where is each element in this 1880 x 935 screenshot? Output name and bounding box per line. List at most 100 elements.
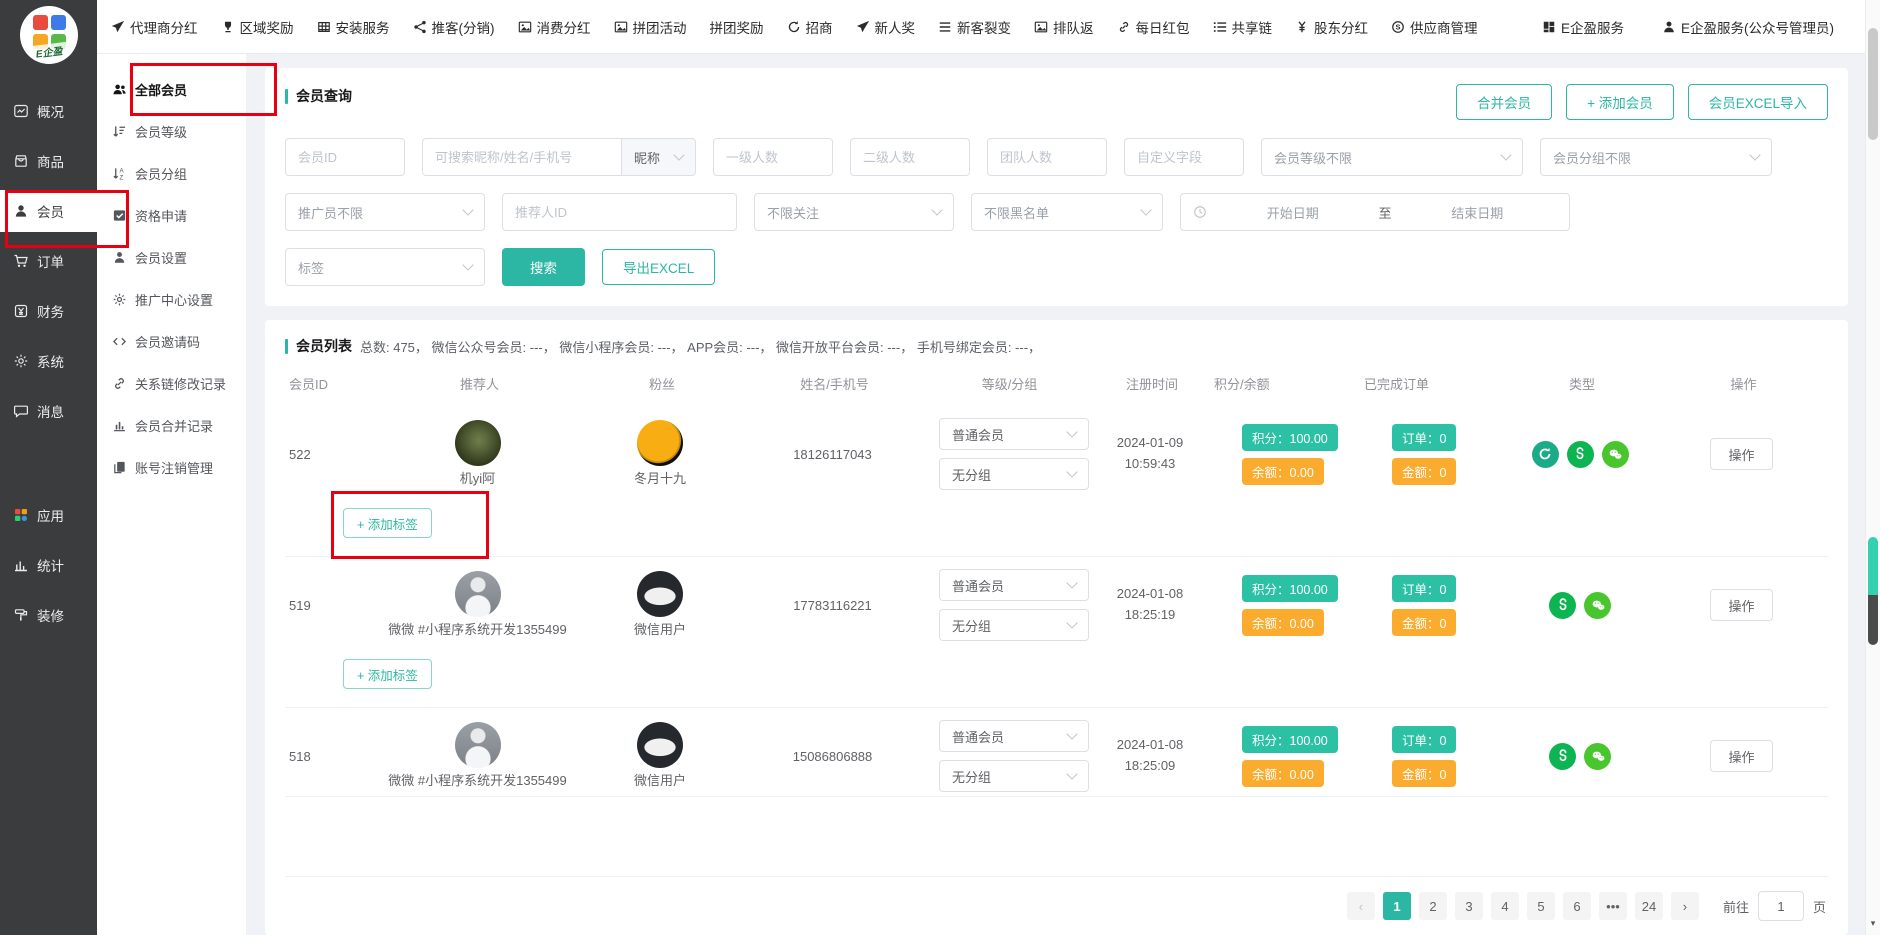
row-group-select[interactable]: 无分组 xyxy=(939,760,1089,792)
scroll-down-arrow-icon[interactable]: ▾ xyxy=(1866,918,1880,929)
referrer-avatar[interactable] xyxy=(455,571,501,617)
topnav-item-newcomer-award[interactable]: 新人奖 xyxy=(856,17,916,37)
merge-members-button[interactable]: 合并会员 xyxy=(1456,84,1552,120)
page-button-4[interactable]: 4 xyxy=(1491,892,1519,920)
scrollbar-marker-teal[interactable] xyxy=(1868,537,1878,595)
topnav-item-consume-dividend[interactable]: 消费分红 xyxy=(518,17,591,37)
row-group-select[interactable]: 无分组 xyxy=(939,609,1089,641)
topnav-item-group-activity[interactable]: 拼团活动 xyxy=(614,17,687,37)
custom-field-input[interactable] xyxy=(1124,138,1244,176)
level2-count-input[interactable] xyxy=(850,138,970,176)
member-phone: 18126117043 xyxy=(740,447,925,462)
topnav-item-distribution[interactable]: 推客(分销) xyxy=(413,17,495,37)
page-button-3[interactable]: 3 xyxy=(1455,892,1483,920)
app-logo[interactable]: E企盈 xyxy=(20,6,78,64)
submenu-item-merge-log[interactable]: 会员合并记录 xyxy=(97,404,246,446)
topnav-item-group-reward[interactable]: 拼团奖励 xyxy=(710,17,764,37)
page-button-1[interactable]: 1 xyxy=(1383,892,1411,920)
page-button-24[interactable]: 24 xyxy=(1635,892,1663,920)
row-level-select[interactable]: 普通会员 xyxy=(939,569,1089,601)
col-register-time: 注册时间 xyxy=(1090,374,1210,393)
goto-page-input[interactable] xyxy=(1758,891,1804,921)
topnav-item-share-chain[interactable]: 共享链 xyxy=(1213,17,1273,37)
search-input[interactable] xyxy=(422,138,622,176)
topnav-item-install-service[interactable]: 安装服务 xyxy=(317,17,390,37)
referrer-id-input[interactable] xyxy=(502,193,737,231)
row-action-button[interactable]: 操作 xyxy=(1710,589,1772,621)
submenu-item-member-levels[interactable]: 会员等级 xyxy=(97,110,246,152)
topnav-item-supplier-management[interactable]: S 供应商管理 xyxy=(1391,17,1478,37)
sidebar-item-orders[interactable]: 订单 xyxy=(0,240,97,282)
topnav-item-region-reward[interactable]: 区域奖励 xyxy=(221,17,294,37)
blacklist-select[interactable]: 不限黑名单 xyxy=(971,193,1163,231)
member-group-select[interactable]: 会员分组不限 xyxy=(1540,138,1772,176)
prev-page-button[interactable]: ‹ xyxy=(1347,892,1375,920)
topnav-item-queue-return[interactable]: 排队返 xyxy=(1034,17,1094,37)
page-button-6[interactable]: 6 xyxy=(1563,892,1591,920)
submenu-item-invite-code[interactable]: 会员邀请码 xyxy=(97,320,246,362)
svg-text:S: S xyxy=(1396,22,1401,31)
next-page-button[interactable]: › xyxy=(1671,892,1699,920)
add-tag-button[interactable]: + 添加标签 xyxy=(343,659,432,689)
table-icon xyxy=(317,20,331,34)
export-excel-button[interactable]: 导出EXCEL xyxy=(602,249,715,285)
sidebar-item-members[interactable]: 会员 xyxy=(0,190,97,232)
search-button[interactable]: 搜索 xyxy=(502,248,585,286)
page-ellipsis[interactable]: ••• xyxy=(1599,892,1627,920)
link-icon xyxy=(1117,20,1131,34)
selected-value: 昵称 xyxy=(634,148,660,167)
sidebar-item-goods[interactable]: 商品 xyxy=(0,140,97,182)
member-id-input[interactable] xyxy=(285,138,405,176)
row-level-select[interactable]: 普通会员 xyxy=(939,720,1089,752)
page-button-2[interactable]: 2 xyxy=(1419,892,1447,920)
submenu-item-promotion-settings[interactable]: 推广中心设置 xyxy=(97,278,246,320)
topnav-item-shareholder-dividend[interactable]: 股东分红 xyxy=(1295,17,1368,37)
sidebar-item-system[interactable]: 系统 xyxy=(0,340,97,382)
selected-value: 普通会员 xyxy=(952,425,1004,444)
add-member-button[interactable]: + 添加会员 xyxy=(1566,84,1674,120)
sidebar-item-statistics[interactable]: 统计 xyxy=(0,544,97,586)
col-completed-orders: 已完成订单 xyxy=(1360,374,1505,393)
fan-avatar[interactable] xyxy=(637,722,683,768)
fan-avatar[interactable] xyxy=(637,571,683,617)
fan-avatar[interactable] xyxy=(637,420,683,466)
sidebar-item-apps[interactable]: 应用 xyxy=(0,494,97,536)
scrollbar-marker-dark[interactable] xyxy=(1868,595,1878,645)
row-level-select[interactable]: 普通会员 xyxy=(939,418,1089,450)
row-action-button[interactable]: 操作 xyxy=(1710,740,1772,772)
submenu-item-relation-log[interactable]: 关系链修改记录 xyxy=(97,362,246,404)
follow-status-select[interactable]: 不限关注 xyxy=(754,193,954,231)
level1-count-input[interactable] xyxy=(713,138,833,176)
account-menu[interactable]: E企盈服务(公众号管理员) xyxy=(1662,17,1834,37)
scrollbar-thumb[interactable] xyxy=(1868,28,1878,140)
sidebar-item-finance[interactable]: 财务 xyxy=(0,290,97,332)
service-center-link[interactable]: E企盈服务 xyxy=(1542,17,1624,37)
page-scrollbar[interactable]: ▾ xyxy=(1865,0,1880,935)
team-count-input[interactable] xyxy=(987,138,1107,176)
submenu-item-member-groups[interactable]: AZ 会员分组 xyxy=(97,152,246,194)
label: 共享链 xyxy=(1232,17,1273,37)
add-tag-button[interactable]: + 添加标签 xyxy=(343,508,432,538)
submenu-item-member-settings[interactable]: 会员设置 xyxy=(97,236,246,278)
topnav-item-daily-red-packet[interactable]: 每日红包 xyxy=(1117,17,1190,37)
topnav-item-new-customer-fission[interactable]: 新客裂变 xyxy=(938,17,1011,37)
submenu-item-qualification[interactable]: 资格申请 xyxy=(97,194,246,236)
search-type-select[interactable]: 昵称 xyxy=(622,138,696,176)
topnav-item-investment[interactable]: 招商 xyxy=(787,17,833,37)
member-level-select[interactable]: 会员等级不限 xyxy=(1261,138,1523,176)
date-range-picker[interactable]: 开始日期 至 结束日期 xyxy=(1180,193,1570,231)
sidebar-item-messages[interactable]: 消息 xyxy=(0,390,97,432)
tag-select[interactable]: 标签 xyxy=(285,248,485,286)
topnav-item-agent-dividend[interactable]: 代理商分红 xyxy=(111,17,198,37)
sidebar-item-decoration[interactable]: 装修 xyxy=(0,594,97,636)
sidebar-item-overview[interactable]: 概况 xyxy=(0,90,97,132)
submenu-item-account-cancellation[interactable]: 账号注销管理 xyxy=(97,446,246,488)
referrer-avatar[interactable] xyxy=(455,420,501,466)
page-button-5[interactable]: 5 xyxy=(1527,892,1555,920)
row-action-button[interactable]: 操作 xyxy=(1710,438,1772,470)
excel-import-button[interactable]: 会员EXCEL导入 xyxy=(1688,84,1828,120)
promoter-select[interactable]: 推广员不限 xyxy=(285,193,485,231)
referrer-avatar[interactable] xyxy=(455,722,501,768)
submenu-item-all-members[interactable]: 全部会员 xyxy=(97,68,246,110)
row-group-select[interactable]: 无分组 xyxy=(939,458,1089,490)
